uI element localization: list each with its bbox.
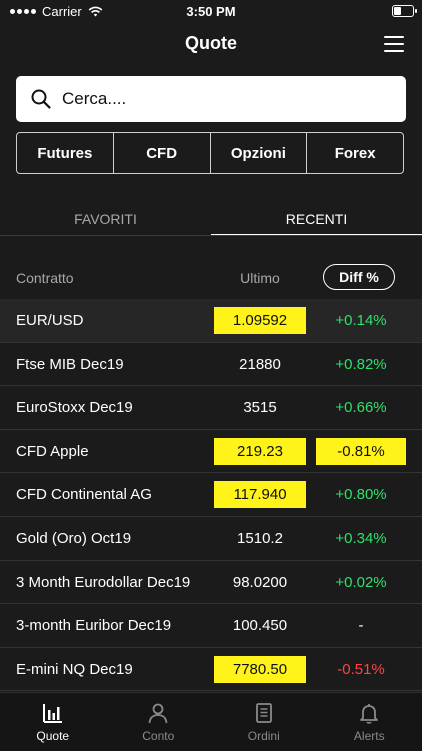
menu-icon[interactable] [384, 36, 404, 52]
last-price: 98.0200 [214, 569, 306, 596]
last-price: 21880 [214, 351, 306, 378]
last-price: 7780.50 [214, 656, 306, 683]
contract-name: 3 Month Eurodollar Dec19 [16, 574, 190, 591]
contract-name: 3-month Euribor Dec19 [16, 617, 171, 634]
tab-bar-conto[interactable]: Conto [106, 693, 212, 751]
tab-favoriti[interactable]: FAVORITI [0, 200, 211, 236]
page-title: Quote [0, 33, 422, 54]
diff-percent: +0.14% [316, 307, 406, 334]
table-row[interactable]: Ftse MIB Dec19 21880 +0.82% [0, 343, 422, 387]
tab-bar-label: Conto [142, 729, 174, 743]
segment-opzioni[interactable]: Opzioni [211, 133, 308, 173]
diff-percent: +0.80% [316, 481, 406, 508]
person-icon [146, 701, 170, 725]
table-row[interactable]: EuroStoxx Dec19 3515 +0.66% [0, 386, 422, 430]
diff-percent: -0.51% [316, 656, 406, 683]
last-price: 100.450 [214, 612, 306, 639]
table-row[interactable]: E-mini NQ Dec19 7780.50 -0.51% [0, 648, 422, 692]
document-icon [252, 701, 276, 725]
last-price: 219.23 [214, 438, 306, 465]
list-tabs: FAVORITI RECENTI [0, 200, 422, 236]
diff-percent: -0.81% [316, 438, 406, 465]
column-header-contratto: Contratto [16, 270, 74, 286]
diff-toggle-button[interactable]: Diff % [323, 264, 395, 290]
table-row[interactable]: Gold (Oro) Oct19 1510.2 +0.34% [0, 517, 422, 561]
bottom-tab-bar: Quote Conto Ordini Alerts [0, 692, 422, 751]
segment-cfd[interactable]: CFD [114, 133, 211, 173]
table-row[interactable]: 3-month Euribor Dec19 100.450 - [0, 604, 422, 648]
nav-bar: Quote [0, 26, 422, 62]
search-box[interactable] [16, 76, 406, 122]
column-header-ultimo: Ultimo [214, 270, 306, 286]
tabs-divider [0, 235, 422, 236]
diff-percent: +0.82% [316, 351, 406, 378]
last-price: 3515 [214, 394, 306, 421]
diff-percent: +0.02% [316, 569, 406, 596]
tab-bar-label: Alerts [354, 729, 385, 743]
diff-percent: +0.34% [316, 525, 406, 552]
status-time: 3:50 PM [0, 4, 422, 19]
quote-list: EUR/USD 1.09592 +0.14% Ftse MIB Dec19 21… [0, 299, 422, 691]
segment-forex[interactable]: Forex [307, 133, 403, 173]
table-row[interactable]: CFD Continental AG 117.940 +0.80% [0, 473, 422, 517]
table-row[interactable]: EUR/USD 1.09592 +0.14% [0, 299, 422, 343]
diff-percent: - [316, 612, 406, 639]
battery-icon [392, 5, 414, 17]
last-price: 117.940 [214, 481, 306, 508]
segment-futures[interactable]: Futures [17, 133, 114, 173]
table-header: Contratto Ultimo Diff % [0, 262, 422, 292]
table-row[interactable]: 3 Month Eurodollar Dec19 98.0200 +0.02% [0, 561, 422, 605]
contract-name: CFD Apple [16, 443, 89, 460]
instrument-segment-control: Futures CFD Opzioni Forex [16, 132, 404, 174]
search-input[interactable] [60, 88, 384, 110]
tab-bar-label: Ordini [248, 729, 280, 743]
status-bar: Carrier 3:50 PM [0, 0, 422, 22]
contract-name: EuroStoxx Dec19 [16, 399, 133, 416]
tab-bar-label: Quote [36, 729, 69, 743]
tab-bar-quote[interactable]: Quote [0, 693, 106, 751]
table-row[interactable]: CFD Apple 219.23 -0.81% [0, 430, 422, 474]
tab-recenti[interactable]: RECENTI [211, 200, 422, 236]
contract-name: Ftse MIB Dec19 [16, 356, 124, 373]
contract-name: EUR/USD [16, 312, 84, 329]
contract-name: CFD Continental AG [16, 486, 152, 503]
diff-percent: +0.66% [316, 394, 406, 421]
bell-icon [357, 701, 381, 725]
tab-bar-ordini[interactable]: Ordini [211, 693, 317, 751]
last-price: 1510.2 [214, 525, 306, 552]
contract-name: Gold (Oro) Oct19 [16, 530, 131, 547]
bar-chart-icon [41, 701, 65, 725]
search-icon [30, 88, 52, 110]
last-price: 1.09592 [214, 307, 306, 334]
tab-bar-alerts[interactable]: Alerts [317, 693, 422, 751]
contract-name: E-mini NQ Dec19 [16, 661, 133, 678]
